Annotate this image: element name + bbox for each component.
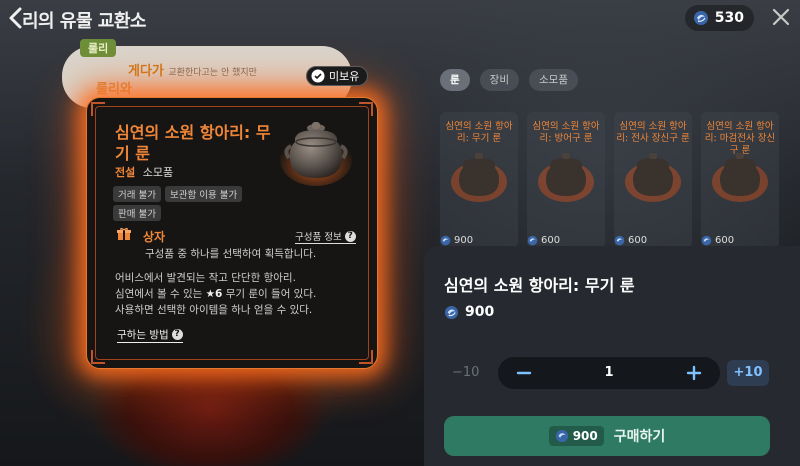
buy-price-chip: 900 [548,426,604,446]
grid-item-price-value: 600 [628,235,648,246]
card-corner-ornament [91,350,105,364]
item-type: 소모품 [142,166,174,179]
item-tag: 거래 불가 [113,186,161,202]
item-rarity-line: 전설 소모품 [115,164,173,180]
quantity-stepper: 1 [498,357,720,389]
grid-item-name: 심연의 소원 항아리: 무기 룬 [445,121,513,144]
card-corner-ornament [359,102,373,116]
bubble-text-line1: 게다가 교환한다고는 안 했지만 [128,60,257,79]
question-icon: ? [344,230,356,242]
item-tags: 거래 불가 보관함 이용 불가 판매 불가 [113,186,293,221]
grid-item[interactable]: 심연의 소원 항아리: 전사 장신구 룬 600 [614,112,692,248]
box-description: 구성품 중 하나를 선택하여 획득합니다. [145,248,317,260]
top-bar: 리의 유물 교환소 530 [0,0,800,36]
item-title: 심연의 소원 항아리: 무기 룬 [115,123,271,163]
box-label: 상자 [143,230,166,244]
blue-gem-icon [614,235,625,246]
tab-equipment[interactable]: 장비 [479,69,519,91]
gift-box-icon [117,227,131,240]
card-corner-ornament [359,350,373,364]
grid-item-price: 600 [527,235,560,246]
jar-icon [451,153,507,202]
speaker-tag: 룰리 [80,39,117,57]
decrease-10-button[interactable]: −10 [452,365,479,380]
item-grid: 심연의 소원 항아리: 무기 룬 900 심연의 소원 항아리: 방어구 룬 6… [440,112,800,252]
increase-10-button[interactable]: +10 [727,360,769,386]
blue-gem-icon [440,235,451,246]
how-to-obtain-label: 구하는 방법 [117,329,169,341]
grid-item-price: 900 [440,235,473,246]
item-desc-line2: 심연에서 볼 수 있는 ★6 무기 룬이 들어 있다. [115,286,361,302]
component-info-label: 구성품 정보 [295,232,342,243]
jar-icon [712,153,768,202]
plus-icon[interactable] [686,365,702,381]
jar-icon [280,122,352,186]
purchase-panel: 심연의 소원 항아리: 무기 룬 900 −10 1 +10 900 구매하기 [424,246,800,466]
grid-item[interactable]: 심연의 소원 항아리: 마검전사 장신구 룬 600 [701,112,779,248]
blue-gem-icon [701,235,712,246]
tab-consumable[interactable]: 소모품 [529,69,578,91]
currency-amount: 530 [714,10,744,26]
category-tabs: 룬 장비 소모품 [440,69,578,91]
grid-item[interactable]: 심연의 소원 항아리: 무기 룬 900 [440,112,518,248]
status-badge: 미보유 [306,66,369,86]
owned-status-icon [311,69,325,83]
quantity-value[interactable]: 1 [558,365,660,380]
jar-icon [538,153,594,202]
card-corner-ornament [91,102,105,116]
blue-gem-icon [444,305,459,319]
item-desc-line1: 어비스에서 발견되는 작고 단단한 항아리. [115,272,296,284]
tab-rune[interactable]: 룬 [440,69,470,91]
item-desc-line3: 사용하면 선택한 아이템을 하나 얻을 수 있다. [115,304,313,316]
page-title: 리의 유물 교환소 [22,11,146,32]
buy-price-value: 900 [572,429,598,443]
buy-button-label: 구매하기 [613,429,666,445]
minus-icon[interactable] [516,365,532,381]
grid-item[interactable]: 심연의 소원 항아리: 방어구 룬 600 [527,112,605,248]
grid-item-price: 600 [614,235,647,246]
buy-button[interactable]: 900 구매하기 [444,416,770,456]
item-tag: 보관함 이용 불가 [164,186,243,202]
blue-gem-icon [527,235,538,246]
status-badge-label: 미보유 [329,70,360,83]
grid-item-price-value: 900 [454,235,474,246]
purchase-unit-price-value: 900 [465,304,495,320]
item-tag: 판매 불가 [113,205,161,221]
component-info-link[interactable]: 구성품 정보 ? [295,229,356,244]
blue-gem-icon [555,429,568,443]
item-desc-line2-b: 무기 룬이 들어 있다. [222,288,317,300]
purchase-unit-price: 900 [444,304,494,320]
bubble-line1-main: 게다가 [128,64,164,79]
how-to-obtain-link[interactable]: 구하는 방법 ? [117,327,183,343]
question-icon: ? [171,329,183,340]
jar-icon [625,153,681,202]
blue-gem-icon [693,11,708,25]
close-button[interactable] [770,6,792,28]
grid-item-price-value: 600 [715,235,735,246]
item-rarity: 전설 [115,166,136,179]
close-icon [772,8,790,26]
item-desc-line2-a: 심연에서 볼 수 있는 [115,288,206,300]
currency-display: 530 [684,5,754,31]
grid-item-name: 심연의 소원 항아리: 방어구 룬 [532,121,600,144]
bubble-line1-small: 교환한다고는 안 했지만 [168,68,257,78]
grid-item-price: 600 [701,235,734,246]
item-detail-card: 심연의 소원 항아리: 무기 룬 전설 소모품 거래 불가 보관함 이용 불가 … [86,97,378,369]
item-description: 어비스에서 발견되는 작고 단단한 항아리. 심연에서 볼 수 있는 ★6 무기… [115,270,361,318]
grid-item-price-value: 600 [541,235,561,246]
bubble-text-line2: 룰리와 [96,82,132,97]
purchase-item-title: 심연의 소원 항아리: 무기 룬 [444,276,635,295]
grid-item-name: 심연의 소원 항아리: 전사 장신구 룬 [616,121,690,144]
item-desc-star: ★6 [205,288,223,300]
